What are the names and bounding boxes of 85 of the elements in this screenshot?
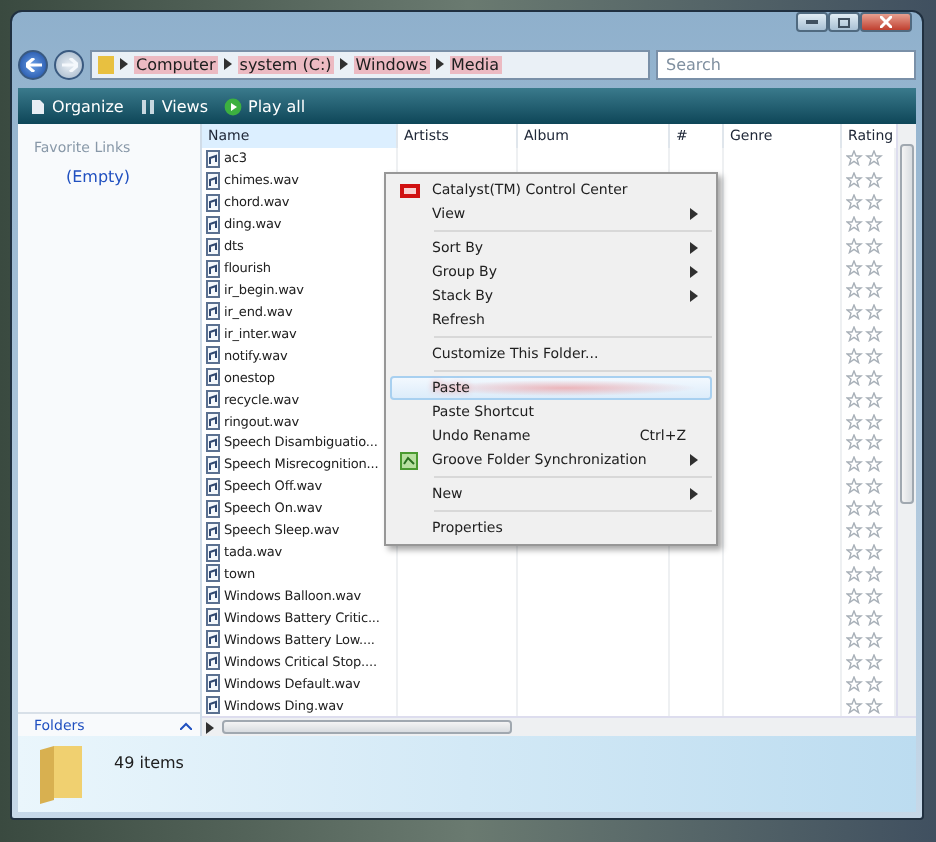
audio-file-icon [206, 630, 220, 649]
minimize-button[interactable] [796, 12, 828, 32]
audio-file-icon [206, 368, 220, 387]
toolbar-button[interactable]: Organize [30, 97, 124, 115]
document-icon [30, 97, 46, 115]
audio-file-icon [206, 455, 220, 474]
sync-icon [400, 451, 418, 469]
rating-stars-icon [846, 347, 886, 364]
audio-file-icon [206, 521, 220, 540]
chevron-up-icon [180, 721, 192, 729]
rating-stars-icon [846, 675, 886, 692]
play-icon [224, 97, 242, 115]
audio-file-icon [206, 674, 220, 693]
breadcrumb[interactable]: Windows [353, 55, 429, 73]
rating-stars-icon [846, 434, 886, 451]
audio-file-icon [206, 696, 220, 714]
audio-file-icon [206, 149, 220, 168]
favorite-link[interactable]: (Empty) [18, 156, 200, 186]
audio-file-icon [206, 390, 220, 409]
rating-stars-icon [846, 216, 886, 233]
audio-file-icon [206, 652, 220, 671]
rating-stars-icon [846, 303, 886, 320]
rating-stars-icon [846, 587, 886, 604]
submenu-arrow-icon [690, 208, 698, 220]
submenu-arrow-icon [690, 454, 698, 466]
audio-file-icon [206, 586, 220, 605]
breadcrumb-arrow-icon [339, 58, 348, 70]
close-button[interactable] [860, 12, 912, 32]
rating-stars-icon [846, 281, 886, 298]
rating-stars-icon [846, 653, 886, 670]
rating-stars-icon [846, 391, 886, 408]
minimize-icon [806, 20, 818, 24]
rating-stars-icon [846, 697, 886, 713]
rating-stars-icon [846, 631, 886, 648]
rating-stars-icon [846, 172, 886, 189]
rating-stars-icon [846, 413, 886, 430]
scroll-left-icon [206, 721, 214, 733]
logo-icon [400, 183, 420, 197]
audio-file-icon [206, 171, 220, 190]
breadcrumb-arrow-icon [223, 58, 232, 70]
breadcrumb[interactable]: Computer [134, 55, 218, 73]
close-icon [880, 16, 892, 28]
search-field[interactable]: Search [656, 49, 916, 79]
audio-file-icon [206, 499, 220, 518]
rating-stars-icon [846, 478, 886, 495]
audio-file-icon [206, 215, 220, 234]
rating-stars-icon [846, 500, 886, 517]
rating-stars-icon [846, 150, 886, 167]
item-count: 49 items [114, 754, 184, 772]
rating-stars-icon [846, 238, 886, 255]
rating-stars-icon [846, 456, 886, 473]
audio-file-icon [206, 237, 220, 256]
folder-icon [98, 55, 114, 73]
vertical-scrollbar[interactable] [896, 124, 916, 716]
breadcrumb-arrow-icon [120, 58, 128, 70]
horizontal-scrollbar[interactable] [202, 716, 916, 736]
folder-icon [38, 742, 86, 804]
rating-stars-icon [846, 194, 886, 211]
rating-stars-icon [846, 260, 886, 277]
maximize-button[interactable] [828, 12, 860, 32]
maximize-icon [838, 17, 850, 27]
toolbar-button[interactable]: Views [139, 97, 208, 115]
breadcrumb[interactable]: system (C:) [237, 55, 334, 73]
audio-file-icon [206, 477, 220, 496]
breadcrumb[interactable]: Media [449, 55, 502, 73]
audio-file-icon [206, 608, 220, 627]
rating-stars-icon [846, 325, 886, 342]
rating-stars-icon [846, 609, 886, 626]
rating-stars-icon [846, 544, 886, 561]
toolbar-button[interactable]: Play all [224, 97, 306, 115]
audio-file-icon [206, 324, 220, 343]
audio-file-icon [206, 346, 220, 365]
forward-button[interactable] [54, 49, 84, 79]
rating-stars-icon [846, 369, 886, 386]
back-arrow-icon [25, 57, 41, 71]
audio-file-icon [206, 302, 220, 321]
rating-stars-icon [846, 565, 886, 582]
forward-arrow-icon [61, 57, 77, 71]
breadcrumb-arrow-icon [435, 58, 443, 70]
address-bar[interactable]: Computer system (C:) Windows Media [90, 49, 650, 79]
submenu-arrow-icon [690, 488, 698, 500]
back-button[interactable] [18, 49, 48, 79]
rating-stars-icon [846, 522, 886, 539]
audio-file-icon [206, 193, 220, 212]
columns-icon [139, 97, 156, 115]
